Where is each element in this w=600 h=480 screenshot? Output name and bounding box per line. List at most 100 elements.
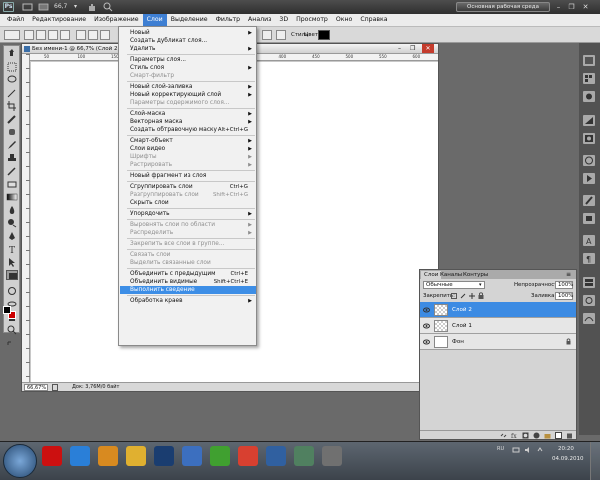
character-panel-icon[interactable]: A [583, 235, 595, 246]
opera-icon[interactable] [42, 446, 62, 466]
lasso-tool-icon[interactable] [6, 75, 18, 85]
history-brush-icon[interactable] [6, 166, 18, 176]
styles-panel-icon[interactable] [583, 91, 595, 102]
network-icon[interactable] [512, 446, 520, 454]
shape-rounded-icon[interactable] [88, 30, 98, 40]
lock-image-icon[interactable] [460, 293, 466, 299]
ie-icon[interactable] [70, 446, 90, 466]
selection-intersect-icon[interactable] [60, 30, 70, 40]
menu-item-1[interactable]: Создать дубликат слоя... [120, 37, 256, 45]
folder-icon[interactable] [126, 446, 146, 466]
blend-mode-select[interactable]: Обычные [423, 281, 485, 289]
guides-icon[interactable] [38, 2, 50, 12]
language-indicator[interactable]: RU [497, 446, 504, 452]
clone-stamp-icon[interactable] [6, 153, 18, 163]
link-layers-icon[interactable] [500, 432, 507, 439]
new-group-icon[interactable] [544, 432, 551, 439]
show-desktop-button[interactable] [590, 442, 600, 480]
menu-item-2[interactable]: Удалить ▶ [120, 45, 256, 53]
3d-rotate-icon[interactable] [6, 286, 18, 296]
style-lock-icon[interactable] [262, 30, 272, 40]
menu-item-27[interactable]: Упорядочить ▶ [120, 210, 256, 218]
menu-8[interactable]: Просмотр [292, 14, 332, 26]
clover-icon[interactable] [210, 446, 230, 466]
layer-row[interactable]: Фон [420, 334, 576, 350]
healing-brush-icon[interactable] [6, 127, 18, 137]
layers-panel-icon[interactable] [583, 277, 595, 288]
menu-1[interactable]: Редактирование [28, 14, 90, 26]
delete-layer-icon[interactable] [566, 432, 573, 439]
layer-style-icon[interactable]: fx [511, 432, 518, 440]
menu-item-14[interactable]: Создать обтравочную маску Alt+Ctrl+G [120, 126, 256, 134]
menu-6[interactable]: Анализ [244, 14, 275, 26]
zoom-level-display[interactable]: 66,7 [54, 2, 72, 12]
marquee-tool-icon[interactable] [6, 62, 18, 72]
menu-item-16[interactable]: Смарт-объект ▶ [120, 137, 256, 145]
word-icon[interactable] [182, 446, 202, 466]
chrome-icon[interactable] [238, 446, 258, 466]
restore-button[interactable]: ❐ [566, 2, 577, 12]
brushes-panel-icon[interactable] [583, 195, 595, 206]
dodge-tool-icon[interactable] [6, 218, 18, 228]
eyedropper-icon[interactable] [6, 114, 18, 124]
tool-preset-picker[interactable] [4, 30, 20, 40]
layer-row[interactable]: Слой 1 [420, 318, 576, 334]
menu-item-12[interactable]: Слой-маска ▶ [120, 110, 256, 118]
lock-position-icon[interactable] [469, 293, 475, 299]
menu-item-37[interactable]: Объединить с предыдущим Ctrl+E [120, 270, 256, 278]
menu-4[interactable]: Выделение [167, 14, 212, 26]
menu-9[interactable]: Окно [332, 14, 356, 26]
swap-colors-icon[interactable] [6, 340, 18, 350]
menu-item-38[interactable]: Объединить видимые Shift+Ctrl+E [120, 278, 256, 286]
masks-panel-icon[interactable] [583, 133, 595, 144]
lock-transparent-icon[interactable] [451, 293, 457, 299]
doc-minimize-icon[interactable]: – [398, 44, 401, 54]
menu-item-25[interactable]: Скрыть слои [120, 199, 256, 207]
opacity-field[interactable]: 100% [555, 281, 573, 289]
menu-item-5[interactable]: Стиль слоя ▶ [120, 64, 256, 72]
menu-item-39[interactable]: Выполнить сведение [120, 286, 256, 294]
selection-subtract-icon[interactable] [48, 30, 58, 40]
channels-panel-icon[interactable] [583, 295, 595, 306]
volume-icon[interactable] [524, 446, 532, 454]
gradient-tool-icon[interactable] [6, 192, 18, 202]
adjustment-layer-icon[interactable] [533, 432, 540, 439]
menu-item-23[interactable]: Сгруппировать слои Ctrl+G [120, 183, 256, 191]
menu-0[interactable]: Файл [3, 14, 28, 26]
layer-row[interactable]: Слой 2 [420, 302, 576, 318]
color-panel-icon[interactable] [583, 55, 595, 66]
clone-source-panel-icon[interactable] [583, 213, 595, 224]
menu-5[interactable]: Фильтр [212, 14, 244, 26]
magic-wand-icon[interactable] [6, 88, 18, 98]
move-tool-icon[interactable] [6, 49, 18, 59]
menu-item-8[interactable]: Новый слой-заливка ▶ [120, 83, 256, 91]
clock-time[interactable]: 20:20 [558, 446, 574, 452]
history-panel-icon[interactable] [583, 155, 595, 166]
blur-tool-icon[interactable] [6, 205, 18, 215]
path-selection-icon[interactable] [6, 257, 18, 267]
selection-add-icon[interactable] [36, 30, 46, 40]
new-layer-icon[interactable] [555, 432, 562, 439]
doc-close-icon[interactable]: ✕ [422, 44, 434, 53]
menu-7[interactable]: 3D [275, 14, 292, 26]
brush-tool-icon[interactable] [6, 140, 18, 150]
add-mask-icon[interactable] [522, 432, 529, 439]
swatches-panel-icon[interactable] [583, 73, 595, 84]
eye-icon[interactable] [423, 339, 430, 345]
photoshop-icon[interactable] [154, 446, 174, 466]
menu-item-41[interactable]: Обработка краев ▶ [120, 297, 256, 305]
clock-date[interactable]: 04.09.2010 [552, 456, 584, 462]
media-icon[interactable] [98, 446, 118, 466]
menu-10[interactable]: Справка [356, 14, 391, 26]
shape-rectangle-icon[interactable] [76, 30, 86, 40]
zoom-tool-icon[interactable] [6, 325, 18, 335]
crop-tool-icon[interactable] [6, 101, 18, 111]
menu-item-17[interactable]: Слои видео ▶ [120, 145, 256, 153]
info-icon[interactable] [52, 384, 58, 391]
close-button[interactable]: ✕ [580, 2, 591, 12]
start-button[interactable] [3, 444, 37, 478]
layers-tab-2[interactable]: Контуры [460, 271, 491, 279]
minimize-button[interactable]: – [553, 2, 564, 12]
pen-tool-icon[interactable] [6, 231, 18, 241]
paths-panel-icon[interactable] [583, 313, 595, 324]
